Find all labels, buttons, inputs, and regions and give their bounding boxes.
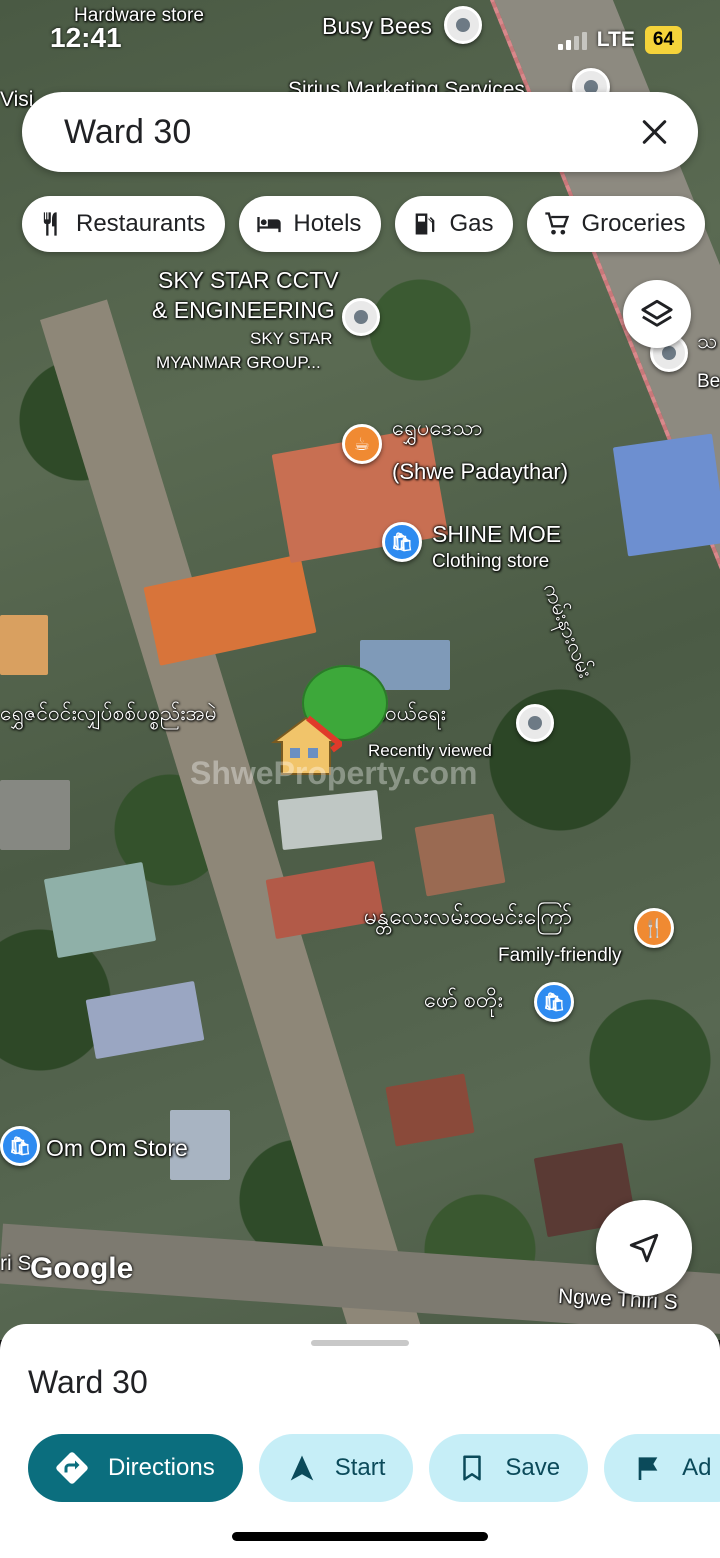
shopping-bag-icon[interactable]: 🛍 [382, 522, 422, 562]
map-label-sky-star-sub2: MYANMAR GROUP... [156, 353, 321, 372]
battery-icon: 64 [644, 26, 682, 54]
building-roof [0, 615, 48, 675]
map-label-sky-star-2: & ENGINEERING [152, 297, 335, 323]
watermark-text: ShweProperty.com [190, 755, 478, 791]
map-label-phaw: ဖော် စတိုး [424, 987, 504, 1012]
building-roof [385, 1073, 475, 1147]
start-label: Start [334, 1454, 386, 1481]
navigation-arrow-icon [629, 1233, 659, 1263]
add-label-button[interactable]: Ad [604, 1434, 720, 1502]
map-label-sky-star: SKY STAR CCTV [158, 267, 339, 293]
map-label-shwe-my: ရွှေပဒေသာ [392, 415, 483, 440]
map-label-om-om: Om Om Store [46, 1135, 188, 1161]
drag-handle[interactable] [311, 1340, 409, 1346]
flag-icon [638, 1456, 658, 1480]
status-time: 12:41 [50, 22, 122, 53]
layers-icon [641, 299, 673, 327]
directions-icon [56, 1452, 88, 1484]
chip-groceries[interactable]: Groceries [527, 196, 706, 252]
add-label: Ad [682, 1454, 712, 1481]
signal-icon [557, 30, 587, 50]
map-label-visi: Visi [0, 88, 34, 111]
chip-gas[interactable]: Gas [395, 196, 514, 252]
chip-label: Restaurants [76, 210, 206, 237]
close-icon[interactable] [634, 112, 674, 152]
status-indicators: LTE 64 [557, 26, 682, 54]
restaurant-pin-icon[interactable]: 🍴 [634, 908, 674, 948]
directions-button[interactable]: Directions [28, 1434, 243, 1502]
bookmark-icon [463, 1455, 482, 1481]
map-label-busy-bees: Busy Bees [322, 13, 432, 39]
map-label-mandalay: မန္တလေးလမ်းထမင်းကြော် [364, 903, 573, 929]
navigation-arrow-icon [290, 1455, 313, 1481]
directions-label: Directions [108, 1454, 215, 1481]
search-bar[interactable]: Ward 30 [22, 92, 698, 172]
map-label-shwe-zin: ရွှေဇင်ဝင်းလျှပ်စစ်ပစ္စည်းအမဲ [0, 702, 217, 725]
save-label: Save [505, 1454, 561, 1481]
search-query[interactable]: Ward 30 [64, 113, 634, 152]
map-label-sky-star-sub: SKY STAR [250, 329, 333, 348]
bed-icon [257, 217, 282, 233]
cart-icon [545, 212, 570, 235]
category-chips: Restaurants Hotels Gas Groceries [22, 196, 706, 252]
shopping-bag-icon[interactable]: 🛍 [534, 982, 574, 1022]
map-label-ri-s: ri S [0, 1252, 32, 1275]
place-bottom-sheet[interactable]: Ward 30 Directions Start Save Ad [0, 1324, 720, 1558]
my-location-button[interactable] [596, 1200, 692, 1296]
google-logo: Google [30, 1252, 134, 1285]
building-roof [612, 433, 720, 557]
building-roof [85, 980, 205, 1060]
layers-button[interactable] [623, 280, 691, 348]
place-pin-icon[interactable] [444, 6, 482, 44]
fork-knife-icon [43, 212, 57, 236]
place-pin-icon[interactable] [516, 704, 554, 742]
shopping-bag-icon[interactable]: 🛍 [0, 1126, 40, 1166]
home-indicator[interactable] [232, 1532, 488, 1541]
place-pin-icon[interactable] [342, 298, 380, 336]
chip-restaurants[interactable]: Restaurants [22, 196, 226, 252]
chip-label: Hotels [293, 210, 362, 237]
start-button[interactable]: Start [258, 1434, 414, 1502]
cafe-pin-icon[interactable]: ☕ [342, 424, 382, 464]
map-label-shine-moe: SHINE MOE [432, 521, 562, 547]
map-label-right-edge: သ [697, 330, 718, 353]
building-roof [0, 780, 70, 850]
chip-hotels[interactable]: Hotels [239, 196, 382, 252]
building-roof [43, 861, 157, 959]
building-roof [277, 789, 383, 851]
chip-label: Gas [449, 210, 494, 237]
map-label-shwe-en: (Shwe Padaythar) [392, 459, 569, 484]
map-label-road: ကမ်းနားလမ်း [538, 580, 598, 682]
map-label-family: Family-friendly [498, 945, 622, 966]
map-label-be: Be [697, 371, 720, 392]
save-button[interactable]: Save [429, 1434, 589, 1502]
network-type: LTE [596, 28, 635, 51]
chip-label: Groceries [581, 210, 686, 237]
place-title: Ward 30 [28, 1364, 148, 1400]
map-label-clothing: Clothing store [432, 551, 550, 572]
gas-pump-icon [416, 213, 435, 235]
building-roof [414, 813, 506, 897]
action-buttons: Directions Start Save Ad [28, 1434, 720, 1502]
